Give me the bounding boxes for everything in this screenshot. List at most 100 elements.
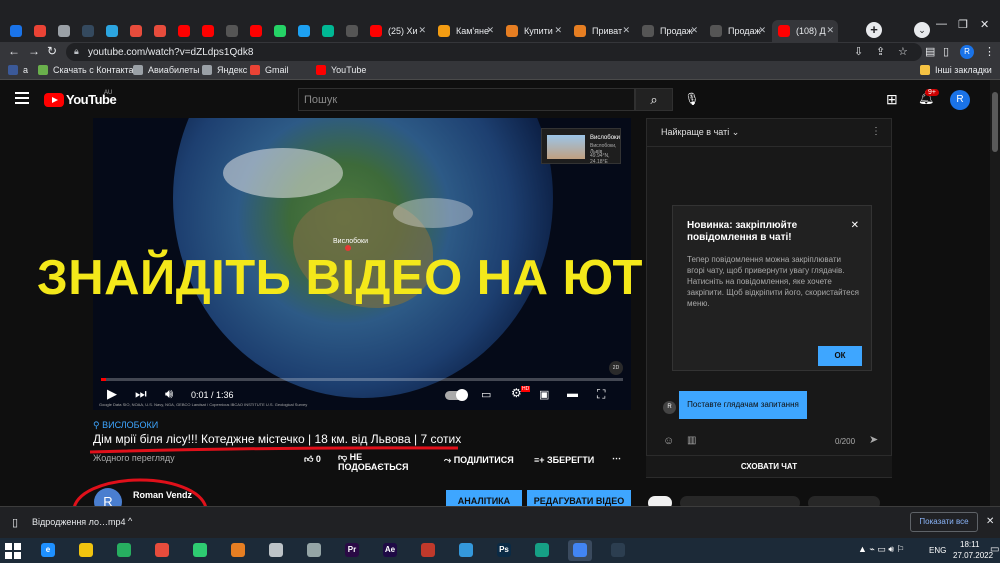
tab-close-icon[interactable]: ✕ [690,25,698,36]
tab-close-icon[interactable]: ✕ [622,25,630,36]
minimize-icon[interactable]: — [936,18,947,30]
taskbar-app-icon[interactable] [226,540,250,561]
browser-tab[interactable] [316,20,338,42]
browser-tab[interactable] [268,20,290,42]
tab-close-icon[interactable]: ✕ [418,25,426,36]
show-all-button[interactable]: Показати все [910,512,978,532]
account-avatar[interactable]: R [950,90,970,110]
download-item[interactable]: Відродження ло…mp4 [32,517,126,527]
browser-tab[interactable] [28,20,50,42]
bookmark-item[interactable]: Скачать с Контакта... [38,65,141,75]
tab-search-icon[interactable]: ⌄ [914,22,930,38]
subtitles-icon[interactable]: ▭ [481,388,491,401]
new-tab-button[interactable]: + [866,22,882,38]
dislike-button[interactable]: 👎︎ НЕ ПОДОБАЄТЬСЯ [338,452,428,472]
mic-icon[interactable]: 🎙︎ [682,89,702,109]
browser-tab[interactable]: (108) Д ✕ [772,20,838,42]
menu-icon[interactable] [15,92,29,107]
browser-tab[interactable] [52,20,74,42]
taskbar-app-icon[interactable] [74,540,98,561]
taskbar-app-icon[interactable] [188,540,212,561]
more-actions-icon[interactable]: ⋯ [612,453,621,464]
bookmark-item[interactable]: Gmail [250,65,289,75]
taskbar-app-icon[interactable]: Ae [378,540,402,561]
back-icon[interactable]: ← [8,44,20,58]
bookmark-item[interactable]: YouTube [316,65,366,75]
browser-tab[interactable]: Купити ✕ [500,20,566,42]
browser-tab[interactable] [340,20,362,42]
next-icon[interactable]: ⏭ [135,386,147,402]
side-panel-icon[interactable]: ▯ [943,45,949,58]
taskbar-app-icon[interactable]: Pr [340,540,364,561]
miniplayer-icon[interactable]: ▣ [539,388,549,401]
taskbar-app-icon[interactable] [568,540,592,561]
search-input[interactable]: Пошук [298,88,635,111]
taskbar-app-icon[interactable]: e [36,540,60,561]
bookmark-item[interactable]: Яндекс [202,65,247,75]
system-tray-icons[interactable]: ▲ ⌁ ▭ 🔊︎ ⚐ [858,544,905,555]
close-icon[interactable]: ✕ [986,516,994,527]
save-button[interactable]: ≡+ ЗБЕРЕГТИ [534,455,594,465]
restore-icon[interactable]: ❐ [958,18,968,31]
hide-chat-button[interactable]: СХОВАТИ ЧАТ [646,455,892,477]
browser-tab[interactable] [124,20,146,42]
browser-tab[interactable] [220,20,242,42]
poll-icon[interactable]: ▥ [687,435,696,446]
tab-close-icon[interactable]: ✕ [826,25,834,36]
share-button[interactable]: ⤳ ПОДІЛИТИСЯ [444,455,514,466]
install-icon[interactable]: ⇩ [854,45,863,58]
other-bookmarks[interactable]: Інші закладки [920,65,992,75]
address-bar[interactable]: 🔒︎ youtube.com/watch?v=dZLdps1Qdk8 ⇩ ⇪ ☆ [66,43,922,61]
tab-close-icon[interactable]: ✕ [486,25,494,36]
reload-icon[interactable]: ↻ [47,44,57,58]
browser-tab[interactable] [172,20,194,42]
browser-tab[interactable] [100,20,122,42]
chat-mode-dropdown[interactable]: Найкраще в чаті ⌄ [661,127,739,138]
notification-center-icon[interactable]: ▭ [990,544,999,555]
taskbar-app-icon[interactable] [606,540,630,561]
reading-list-icon[interactable]: ▤ [925,45,935,58]
taskbar-app-icon[interactable] [112,540,136,561]
browser-tab[interactable]: Кам'яне ✕ [432,20,498,42]
create-video-icon[interactable]: ⊞ [886,91,898,108]
browser-tab[interactable] [4,20,26,42]
theater-mode-icon[interactable]: ▬ [567,388,578,400]
taskbar-app-icon[interactable]: Ps [492,540,516,561]
clock-date[interactable]: 27.07.2022 [953,551,993,560]
scroll-thumb[interactable] [992,92,998,152]
browser-menu-icon[interactable]: ⋮ [984,45,995,58]
popup-ok-button[interactable]: ОК [818,346,862,366]
like-button[interactable]: 👍︎ 0 [304,454,321,465]
taskbar-app-icon[interactable] [150,540,174,561]
profile-avatar[interactable]: R [960,45,974,59]
location-tag[interactable]: ⚲ ВИСЛОБОКИ [93,420,158,431]
youtube-logo-icon[interactable] [44,93,64,107]
share-icon[interactable]: ⇪ [876,45,885,58]
fullscreen-icon[interactable]: ⛶ [597,387,605,402]
search-icon[interactable]: ⌕ [635,88,673,111]
browser-tab[interactable]: Продаж ✕ [636,20,702,42]
volume-icon[interactable]: 🔊︎ [165,386,173,402]
browser-tab[interactable] [196,20,218,42]
progress-bar[interactable] [101,378,623,381]
forward-icon[interactable]: → [28,44,40,58]
clock-time[interactable]: 18:11 [960,540,979,549]
browser-tab[interactable]: (25) Хи ✕ [364,20,430,42]
taskbar-app-icon[interactable] [530,540,554,561]
chat-more-icon[interactable]: ⋮ [871,126,881,137]
taskbar-app-icon[interactable] [302,540,326,561]
chevron-up-icon[interactable]: ^ [128,516,132,526]
close-window-icon[interactable]: ✕ [980,18,989,31]
send-icon[interactable]: ➤ [869,433,878,446]
browser-tab[interactable] [148,20,170,42]
autoplay-toggle[interactable] [445,389,468,401]
tab-close-icon[interactable]: ✕ [554,25,562,36]
taskbar-app-icon[interactable] [454,540,478,561]
browser-tab[interactable] [244,20,266,42]
taskbar-app-icon[interactable] [264,540,288,561]
page-scrollbar[interactable] [990,80,1000,506]
tab-close-icon[interactable]: ✕ [758,25,766,36]
taskbar-app-icon[interactable] [416,540,440,561]
browser-tab[interactable]: Продаж ✕ [704,20,770,42]
browser-tab[interactable] [292,20,314,42]
